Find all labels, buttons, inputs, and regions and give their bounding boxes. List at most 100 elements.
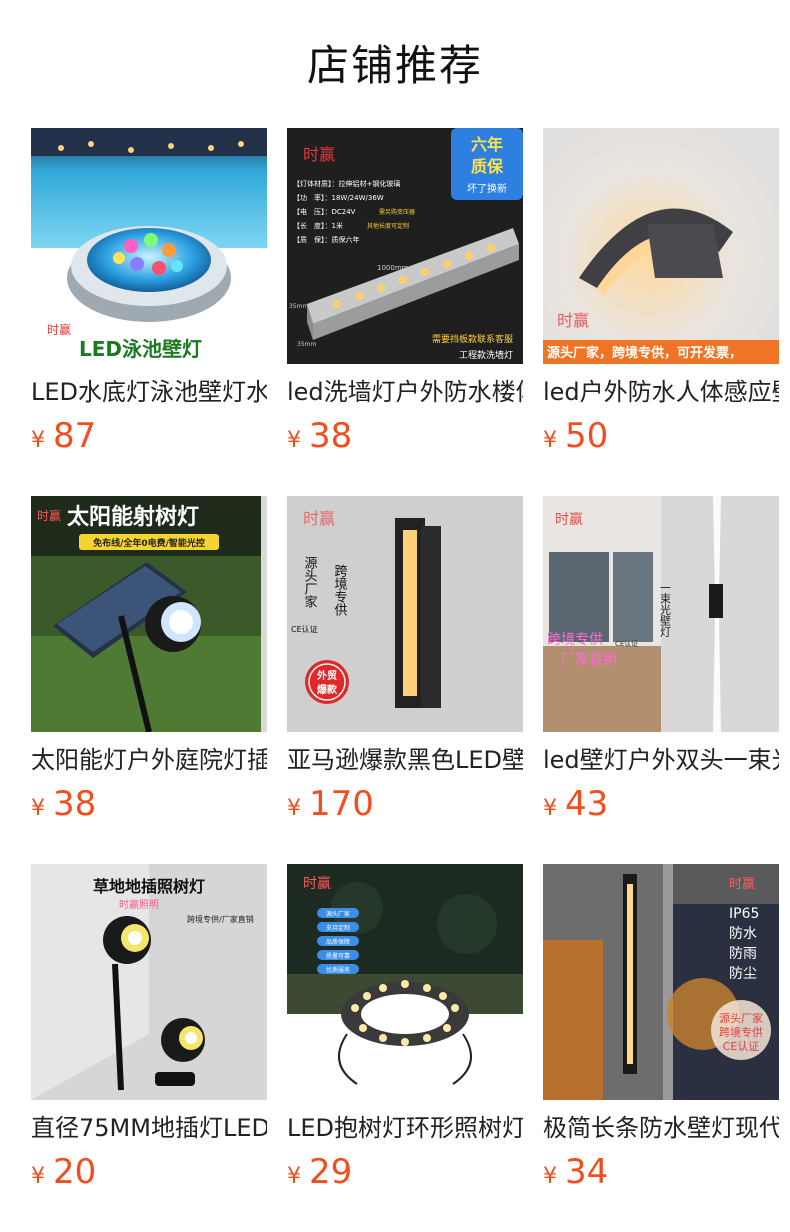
spec-line: 【质 保】：质保六年: [293, 235, 360, 244]
dimension-label: 35mm: [289, 303, 308, 310]
spec-note: 需另购变压器: [379, 208, 415, 216]
product-card[interactable]: 时赢 源头厂家，跨境专供，可开发票， led户外防水人体感应壁灯 ¥50: [543, 128, 779, 458]
price-amount: 170: [309, 784, 374, 824]
product-card[interactable]: 时赢 太阳能射树灯 免布线/全年0电费/智能光控 太阳能灯户外庭院灯插地灯 ¥3…: [31, 496, 267, 826]
brand-watermark: 时赢: [47, 322, 71, 337]
circle-text: CE认证: [723, 1040, 760, 1053]
price-amount: 29: [309, 1152, 353, 1192]
product-name[interactable]: LED水底灯泳池壁灯水下灯: [31, 376, 267, 408]
currency-symbol: ¥: [543, 796, 557, 821]
product-image[interactable]: 时赢 太阳能射树灯 免布线/全年0电费/智能光控: [31, 496, 267, 732]
brand-watermark: 时赢: [37, 508, 61, 523]
badge-text: 六年: [471, 135, 503, 154]
spec-note: 其他长度可定制: [367, 222, 409, 230]
spec-line: 【功 率】：18W/24W/36W: [293, 193, 384, 202]
currency-symbol: ¥: [31, 796, 45, 821]
circle-text: 跨境专供: [719, 1025, 763, 1039]
product-image[interactable]: 时赢 源头厂家，跨境专供，可开发票，: [543, 128, 779, 364]
badge-text: 爆款: [317, 683, 338, 696]
badge-text: 坏了换新: [467, 182, 507, 195]
feature-pill: 优质服务: [326, 966, 350, 974]
product-card[interactable]: 草地地插照树灯 时赢照明 跨境专供/厂家直销 直径75MM地插灯LED射树灯 ¥…: [31, 864, 267, 1194]
product-name[interactable]: 直径75MM地插灯LED射树灯: [31, 1112, 267, 1144]
currency-symbol: ¥: [287, 1164, 301, 1189]
product-name[interactable]: led户外防水人体感应壁灯: [543, 376, 779, 408]
image-title: 草地地插照树灯: [93, 877, 205, 896]
price-amount: 34: [565, 1152, 609, 1192]
product-price: ¥29: [287, 1152, 352, 1192]
product-name[interactable]: 极简长条防水壁灯现代户外: [543, 1112, 779, 1144]
image-title: 太阳能射树灯: [67, 504, 199, 530]
badge-text: 质保: [471, 157, 504, 176]
brand-watermark: 时赢: [303, 145, 335, 164]
feature-text: 防尘: [729, 966, 757, 982]
product-image[interactable]: 时赢 LED泳池壁灯: [31, 128, 267, 364]
product-card[interactable]: 时赢 IP65 防水 防雨 防尘 源头厂家 跨境专供 CE认证 极简长条防水壁灯…: [543, 864, 779, 1194]
price-amount: 43: [565, 784, 609, 824]
product-name[interactable]: LED抱树灯环形照树灯: [287, 1112, 523, 1144]
currency-symbol: ¥: [31, 428, 45, 453]
footer-note: 需要挡板款联系客服: [432, 333, 513, 345]
product-image[interactable]: 时赢 六年 质保 坏了换新 【灯体材质】：拉伸铝材+钢化玻璃 【功 率】：18W…: [287, 128, 523, 364]
badge-text: 外贸: [316, 669, 337, 682]
product-price: ¥50: [543, 416, 608, 456]
image-subtitle: 免布线/全年0电费/智能光控: [93, 537, 205, 549]
circle-text: 源头厂家: [719, 1011, 763, 1025]
product-price: ¥34: [543, 1152, 608, 1192]
product-price: ¥38: [31, 784, 96, 824]
spec-line: 【长 度】：1米: [293, 221, 343, 230]
product-card[interactable]: 时赢 LED泳池壁灯 LED水底灯泳池壁灯水下灯 ¥87: [31, 128, 267, 458]
product-name[interactable]: 太阳能灯户外庭院灯插地灯: [31, 744, 267, 776]
brand-watermark: 时赢照明: [119, 898, 159, 911]
feature-text: 防雨: [729, 946, 757, 962]
brand-watermark: 时赢: [303, 509, 335, 528]
cert-label: CE认证: [291, 624, 318, 634]
product-name[interactable]: 亚马逊爆款黑色LED壁灯: [287, 744, 523, 776]
feature-pill: 支持定制: [326, 924, 350, 932]
image-caption: LED泳池壁灯: [79, 337, 202, 361]
price-amount: 50: [565, 416, 609, 456]
price-amount: 38: [309, 416, 353, 456]
image-tag: 跨境专供: [547, 632, 603, 648]
vertical-text: 源头厂家: [302, 556, 318, 608]
price-amount: 20: [53, 1152, 97, 1192]
product-price: ¥43: [543, 784, 608, 824]
product-price: ¥170: [287, 784, 374, 824]
product-name[interactable]: led壁灯户外双头一束光壁灯: [543, 744, 779, 776]
brand-watermark: 时赢: [555, 511, 583, 528]
currency-symbol: ¥: [287, 796, 301, 821]
brand-watermark: 时赢: [303, 875, 331, 892]
price-amount: 38: [53, 784, 97, 824]
product-image[interactable]: 草地地插照树灯 时赢照明 跨境专供/厂家直销: [31, 864, 267, 1100]
cert-label: CE认证: [615, 639, 638, 648]
product-price: ¥38: [287, 416, 352, 456]
brand-watermark: 时赢: [729, 876, 755, 892]
feature-text: IP65: [729, 906, 759, 922]
product-card[interactable]: 时赢 跨境专供 厂家直销 CE认证 一束光壁灯 led壁灯户外双头一束光壁灯 ¥…: [543, 496, 779, 826]
product-image[interactable]: 时赢 源头厂家 跨境专供 CE认证 外贸 爆款: [287, 496, 523, 732]
vertical-text: 跨境专供: [332, 564, 348, 616]
image-tag: 厂家直销: [561, 651, 617, 668]
product-price: ¥20: [31, 1152, 96, 1192]
feature-pill: 质量可靠: [326, 952, 350, 960]
currency-symbol: ¥: [543, 1164, 557, 1189]
product-image[interactable]: 时赢 跨境专供 厂家直销 CE认证 一束光壁灯: [543, 496, 779, 732]
feature-pill: 品质保障: [326, 938, 350, 946]
brand-watermark: 时赢: [557, 311, 589, 330]
product-card[interactable]: 时赢 六年 质保 坏了换新 【灯体材质】：拉伸铝材+钢化玻璃 【功 率】：18W…: [287, 128, 523, 458]
feature-pill: 源头厂家: [326, 910, 350, 918]
product-card[interactable]: 时赢 源头厂家 跨境专供 CE认证 外贸 爆款 亚马逊爆款黑色LED壁灯 ¥17…: [287, 496, 523, 826]
currency-symbol: ¥: [287, 428, 301, 453]
image-banner: 源头厂家，跨境专供，可开发票，: [547, 345, 742, 361]
spec-line: 【灯体材质】：拉伸铝材+钢化玻璃: [293, 179, 400, 188]
product-image[interactable]: 时赢 IP65 防水 防雨 防尘 源头厂家 跨境专供 CE认证: [543, 864, 779, 1100]
image-note: 跨境专供/厂家直销: [187, 914, 254, 924]
product-image[interactable]: 时赢 源头厂家 支持定制 品质保障 质量可靠 优质服务: [287, 864, 523, 1100]
currency-symbol: ¥: [31, 1164, 45, 1189]
product-price: ¥87: [31, 416, 96, 456]
product-name[interactable]: led洗墙灯户外防水楼体亮化: [287, 376, 523, 408]
spec-line: 【电 压】：DC24V: [293, 207, 356, 216]
currency-symbol: ¥: [543, 428, 557, 453]
vertical-text: 一束光壁灯: [659, 582, 672, 637]
product-card[interactable]: 时赢 源头厂家 支持定制 品质保障 质量可靠 优质服务 LED抱树灯环形照树灯 …: [287, 864, 523, 1194]
